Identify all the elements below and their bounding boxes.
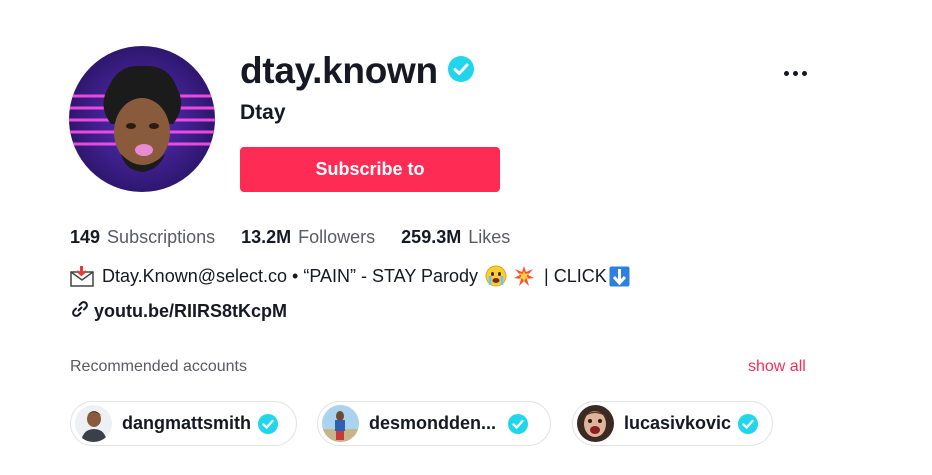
link-icon bbox=[71, 300, 89, 323]
followers-stat[interactable]: 13.2M Followers bbox=[241, 227, 375, 248]
verified-badge-icon bbox=[447, 55, 474, 87]
subscriptions-stat[interactable]: 149 Subscriptions bbox=[70, 227, 215, 248]
subscribe-button[interactable]: Subscribe to bbox=[240, 147, 500, 192]
avatar bbox=[322, 405, 359, 442]
avatar bbox=[75, 405, 112, 442]
username: dtay.known bbox=[240, 50, 438, 91]
bio: Dtay.Known@select.co • “PAIN” - STAY Par… bbox=[70, 265, 633, 287]
recommended-account-card[interactable]: dangmattsmith bbox=[70, 401, 297, 446]
envelope-icon bbox=[70, 265, 94, 287]
recommended-accounts-title: Recommended accounts bbox=[70, 358, 247, 375]
avatar bbox=[577, 405, 614, 442]
recommended-account-card[interactable]: lucasivkovic bbox=[572, 401, 773, 446]
bio-link[interactable]: youtu.be/RIIRS8tKcpM bbox=[71, 300, 287, 323]
show-all-link[interactable]: show all bbox=[748, 358, 806, 376]
followers-label: Followers bbox=[298, 227, 376, 247]
likes-stat: 259.3M Likes bbox=[401, 227, 510, 248]
bio-text: Dtay.Known@select.co • “PAIN” - STAY Par… bbox=[102, 265, 479, 286]
subscriptions-count: 149 bbox=[70, 227, 101, 247]
verified-badge-icon bbox=[508, 413, 529, 434]
recommended-account-name: desmondden... bbox=[369, 413, 497, 433]
recommended-account-name: dangmattsmith bbox=[122, 413, 252, 433]
profile-stats: 149 Subscriptions 13.2M Followers 259.3M… bbox=[70, 227, 536, 248]
bio-link-text[interactable]: youtu.be/RIIRS8tKcpM bbox=[94, 301, 287, 322]
recommended-account-name: lucasivkovic bbox=[624, 413, 732, 433]
profile-avatar[interactable] bbox=[69, 46, 215, 192]
likes-label: Likes bbox=[468, 227, 511, 247]
verified-badge-icon bbox=[258, 413, 279, 434]
more-options-icon[interactable] bbox=[778, 62, 812, 84]
username-row: dtay.known bbox=[240, 50, 474, 92]
nickname: Dtay bbox=[240, 101, 286, 124]
down-arrow-emoji bbox=[609, 266, 630, 287]
collision-emoji bbox=[513, 265, 535, 287]
recommended-account-card[interactable]: desmondden... bbox=[317, 401, 551, 446]
crying-face-emoji bbox=[485, 265, 507, 287]
verified-badge-icon bbox=[738, 413, 759, 434]
bio-text-end: | CLICK bbox=[544, 265, 607, 286]
likes-count: 259.3M bbox=[401, 227, 462, 247]
subscriptions-label: Subscriptions bbox=[107, 227, 216, 247]
followers-count: 13.2M bbox=[241, 227, 292, 247]
